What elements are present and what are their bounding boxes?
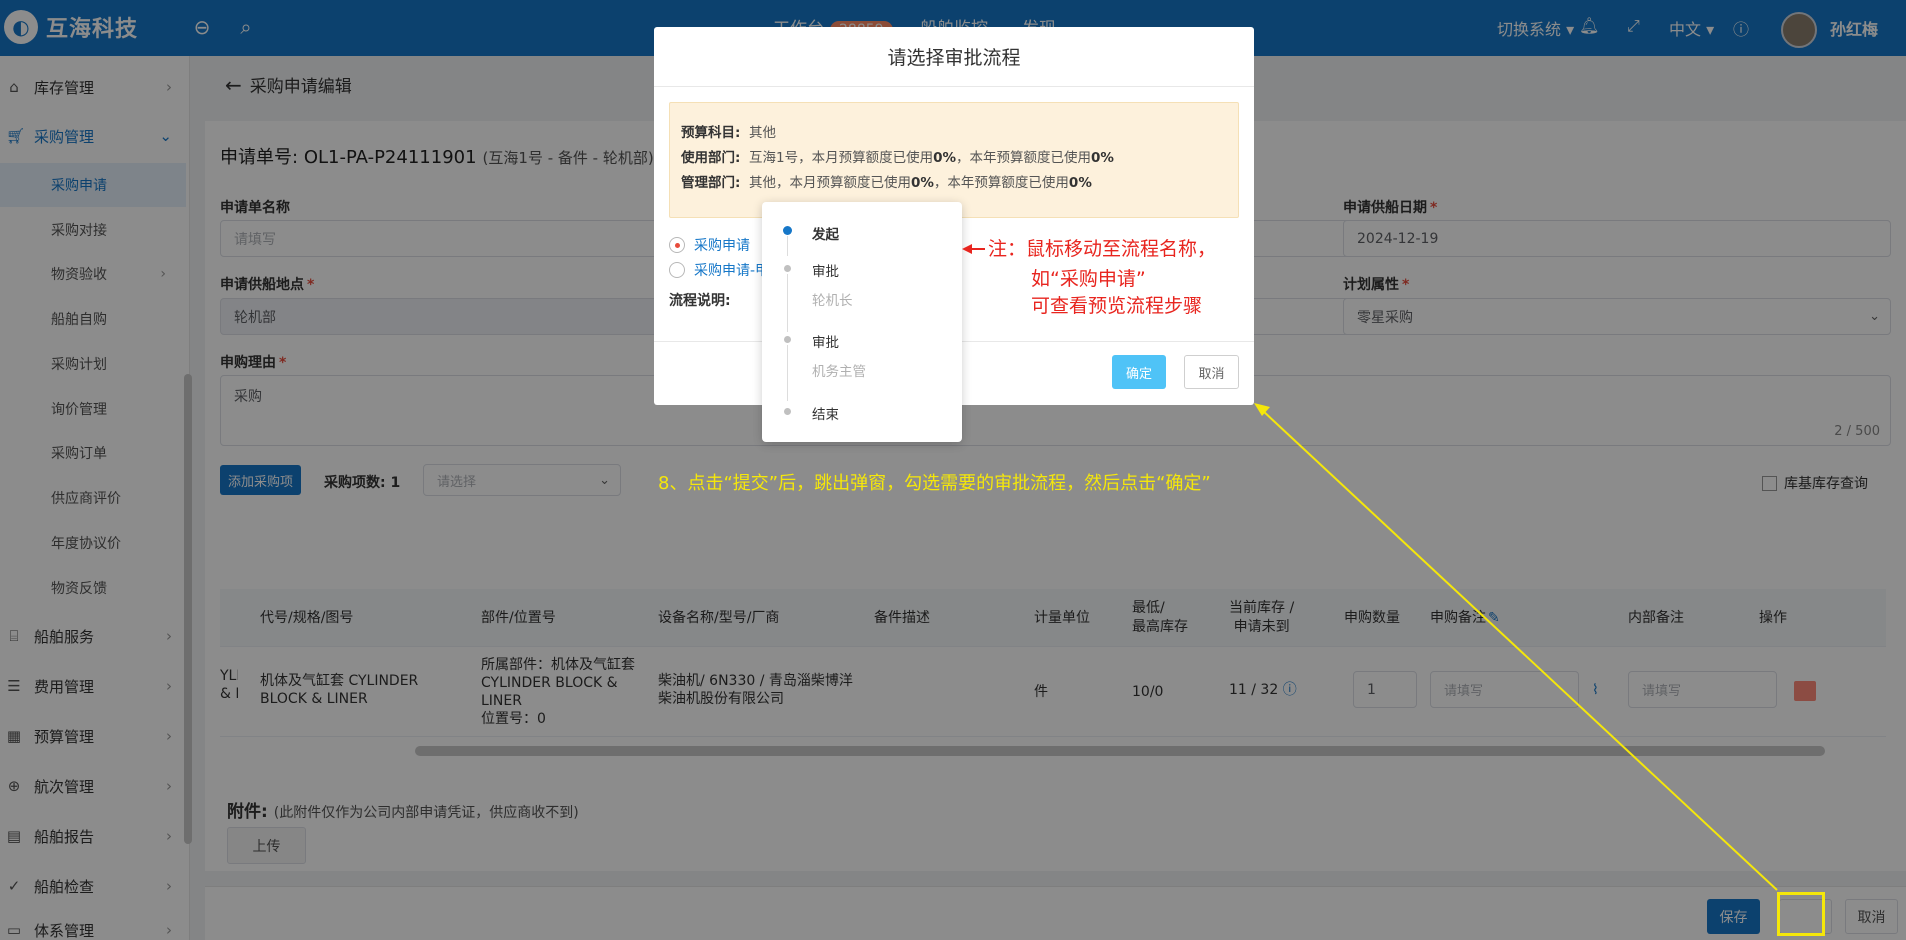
step-dot-icon xyxy=(783,226,792,235)
step-approver-1: 轮机长 xyxy=(812,293,853,309)
step-dot-icon xyxy=(784,408,791,415)
highlight-box xyxy=(1777,892,1825,936)
radio-icon[interactable] xyxy=(669,262,685,278)
flow-option-purchase-a[interactable]: 采购申请-甲 xyxy=(669,260,769,280)
flow-preview-popover: 发起 审批 轮机长 审批 机务主管 结束 xyxy=(762,202,962,442)
confirm-button[interactable]: 确定 xyxy=(1112,355,1166,389)
step-end: 结束 xyxy=(812,407,839,423)
step-instruction: 8、点击“提交”后，跳出弹窗，勾选需要的审批流程，然后点击“确定” xyxy=(658,473,1211,494)
step-approver-2: 机务主管 xyxy=(812,364,866,380)
flow-desc-label: 流程说明: xyxy=(669,293,731,309)
timeline-line xyxy=(787,274,788,332)
timeline-line xyxy=(787,345,788,401)
note-line-3: 可查看预览流程步骤 xyxy=(1031,295,1203,317)
step-dot-icon xyxy=(784,265,791,272)
radio-icon[interactable] xyxy=(669,237,685,253)
flow-option-purchase[interactable]: 采购申请 xyxy=(669,235,750,255)
note-line-2: 如“采购申请” xyxy=(1031,268,1146,290)
dialog-cancel-button[interactable]: 取消 xyxy=(1184,355,1239,389)
step-approve-2: 审批 xyxy=(812,335,839,351)
step-approve-1: 审批 xyxy=(812,264,839,280)
step-start: 发起 xyxy=(812,227,839,243)
step-dot-icon xyxy=(784,336,791,343)
note-line-1: 注：鼠标移动至流程名称， xyxy=(988,238,1217,260)
dialog-title: 请选择审批流程 xyxy=(654,27,1254,87)
timeline-line xyxy=(787,236,788,256)
budget-info: 预算科目: 其他 使用部门: 互海1号，本月预算额度已使用0%，本年预算额度已使… xyxy=(669,102,1239,218)
